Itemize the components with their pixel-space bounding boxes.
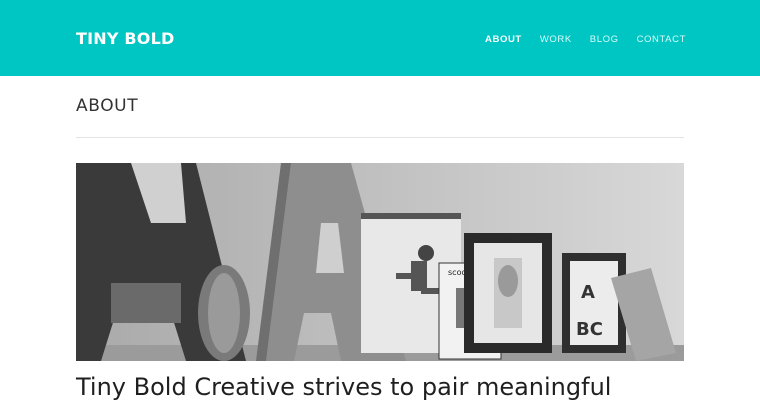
site-header: TINY BOLD ABOUT WORK BLOG CONTACT <box>0 0 760 76</box>
nav-work[interactable]: WORK <box>540 34 572 45</box>
hero-image: scootering A BC <box>76 163 684 361</box>
nav-blog[interactable]: BLOG <box>590 34 619 45</box>
title-divider <box>76 137 684 138</box>
nav-contact[interactable]: CONTACT <box>637 34 686 45</box>
svg-text:BC: BC <box>576 319 603 340</box>
main-nav: ABOUT WORK BLOG CONTACT <box>485 34 686 45</box>
site-logo[interactable]: TINY BOLD <box>76 29 175 48</box>
nav-about[interactable]: ABOUT <box>485 34 522 45</box>
page-title: ABOUT <box>76 96 139 116</box>
svg-text:A: A <box>581 282 595 303</box>
hero-headline: Tiny Bold Creative strives to pair meani… <box>76 373 612 401</box>
